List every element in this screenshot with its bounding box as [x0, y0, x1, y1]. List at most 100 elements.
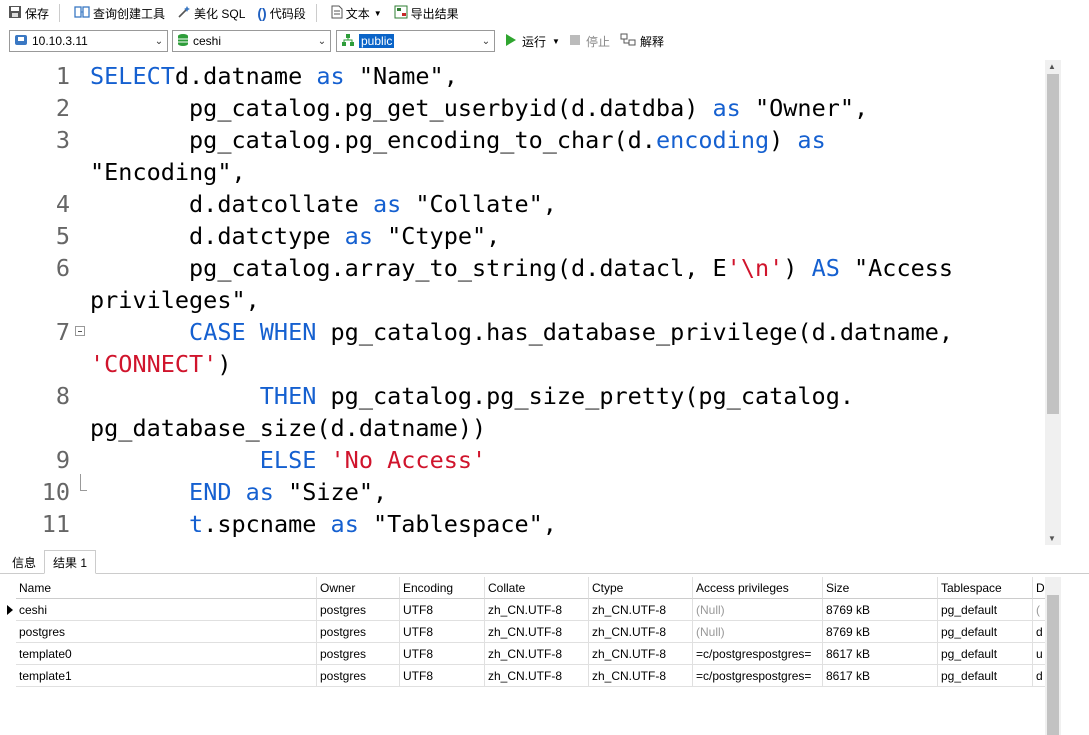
code-text: END as "Size", [90, 476, 387, 508]
code-line[interactable]: 3 pg_catalog.pg_encoding_to_char(d.encod… [0, 124, 1045, 156]
table-cell[interactable]: template1 [16, 665, 317, 687]
code-line[interactable]: 10 END as "Size", [0, 474, 1045, 508]
code-line[interactable]: 'CONNECT') [0, 348, 1045, 380]
table-cell[interactable]: zh_CN.UTF-8 [485, 621, 589, 643]
sql-editor[interactable]: 1 SELECTd.datname as "Name", 2 pg_catalog.… [0, 60, 1045, 545]
run-button[interactable]: 运行 ▼ [505, 33, 560, 50]
table-cell[interactable]: pg_default [938, 665, 1033, 687]
table-row[interactable]: template1 postgres UTF8 zh_CN.UTF-8 zh_CN.UT… [6, 665, 1046, 687]
table-cell[interactable]: postgres [16, 621, 317, 643]
grid-scroll-thumb[interactable] [1047, 595, 1059, 735]
sql-string: 'No Access' [330, 446, 487, 474]
code-line[interactable]: pg_database_size(d.datname)) [0, 412, 1045, 444]
table-cell[interactable]: ceshi [16, 599, 317, 621]
table-cell[interactable]: (Null) [693, 599, 823, 621]
table-cell[interactable]: (Null) [693, 621, 823, 643]
table-cell[interactable]: postgres [317, 599, 400, 621]
code-line[interactable]: 4 d.datcollate as "Collate", [0, 188, 1045, 220]
code-line[interactable]: privileges", [0, 284, 1045, 316]
line-number: 4 [55, 190, 70, 218]
result-tabs: 信息 结果 1 [0, 547, 1089, 574]
table-cell[interactable]: =c/postgrespostgres= [693, 643, 823, 665]
table-row[interactable]: postgres postgres UTF8 zh_CN.UTF-8 zh_CN.UTF… [6, 621, 1046, 643]
sql-token: d.datname [174, 62, 317, 90]
explain-button[interactable]: 解释 [620, 33, 664, 50]
code-line[interactable]: 6 pg_catalog.array_to_string(d.datacl, E… [0, 252, 1045, 284]
sql-string: 'CONNECT' [90, 350, 218, 378]
sql-token: "Ctype", [372, 222, 501, 250]
column-header[interactable]: Ctype [589, 577, 693, 599]
table-row[interactable]: template0 postgres UTF8 zh_CN.UTF-8 zh_CN.UT… [6, 643, 1046, 665]
chevron-down-icon: ▼ [373, 8, 382, 18]
column-header[interactable]: Encoding [400, 577, 485, 599]
table-cell[interactable]: 8617 kB [823, 643, 938, 665]
query-builder-label: 查询创建工具 [93, 6, 166, 21]
chevron-down-icon: ▼ [552, 37, 560, 46]
tab-info[interactable]: 信息 [4, 551, 44, 573]
code-line[interactable]: 11 t.spcname as "Tablespace", [0, 508, 1045, 540]
table-cell[interactable]: zh_CN.UTF-8 [485, 599, 589, 621]
column-header[interactable]: Access privileges [693, 577, 823, 599]
table-cell[interactable]: zh_CN.UTF-8 [485, 643, 589, 665]
fold-collapse-icon[interactable] [75, 326, 85, 336]
table-cell[interactable]: postgres [317, 665, 400, 687]
save-button[interactable]: 保存 [4, 2, 53, 24]
table-cell[interactable]: 8617 kB [823, 665, 938, 687]
code-line[interactable]: 5 d.datctype as "Ctype", [0, 220, 1045, 252]
column-header[interactable]: Collate [485, 577, 589, 599]
host-select[interactable]: 10.10.3.11 ⌄ [9, 30, 168, 52]
database-value: ceshi [193, 34, 222, 48]
table-cell[interactable]: zh_CN.UTF-8 [589, 665, 693, 687]
code-snippet-button[interactable]: () 代码段 [253, 2, 309, 24]
explain-label: 解释 [640, 35, 665, 49]
table-cell[interactable]: UTF8 [400, 665, 485, 687]
query-builder-button[interactable]: 查询创建工具 [70, 2, 169, 24]
scroll-down-icon[interactable]: ▼ [1048, 534, 1056, 543]
table-cell[interactable]: pg_default [938, 599, 1033, 621]
export-results-button[interactable]: 导出结果 [390, 2, 463, 24]
code-line[interactable]: 8 THEN pg_catalog.pg_size_pretty(pg_cata… [0, 380, 1045, 412]
line-number: 8 [55, 382, 70, 410]
scroll-up-icon[interactable]: ▲ [1048, 62, 1056, 71]
table-cell[interactable]: pg_default [938, 643, 1033, 665]
sql-keyword: as [372, 190, 402, 218]
table-cell[interactable]: UTF8 [400, 599, 485, 621]
code-line[interactable]: 7 CASE WHEN pg_catalog.has_database_priv… [0, 316, 1045, 348]
main-toolbar: 保存 查询创建工具 美化 SQL () 代码段 文本 ▼ 导出结果 [0, 0, 1089, 26]
editor-vertical-scrollbar[interactable]: ▲ ▼ [1045, 60, 1061, 545]
code-line[interactable]: 2 pg_catalog.pg_get_userbyid(d.datdba) a… [0, 92, 1045, 124]
table-cell[interactable]: UTF8 [400, 643, 485, 665]
table-cell[interactable]: 8769 kB [823, 621, 938, 643]
table-cell[interactable]: postgres [317, 621, 400, 643]
column-header[interactable]: Name [16, 577, 317, 599]
column-header[interactable]: Owner [317, 577, 400, 599]
table-cell[interactable]: zh_CN.UTF-8 [589, 621, 693, 643]
column-header[interactable]: Tablespace [938, 577, 1033, 599]
text-dropdown-button[interactable]: 文本 ▼ [327, 2, 386, 24]
table-cell[interactable]: pg_default [938, 621, 1033, 643]
table-cell[interactable]: =c/postgrespostgres= [693, 665, 823, 687]
schema-select[interactable]: public ⌄ [336, 30, 495, 52]
grid-vertical-scrollbar[interactable] [1045, 577, 1061, 735]
editor-scroll-thumb[interactable] [1047, 74, 1059, 414]
column-header[interactable]: Size [823, 577, 938, 599]
table-row[interactable]: ceshi postgres UTF8 zh_CN.UTF-8 zh_CN.UTF-8(… [6, 599, 1046, 621]
table-cell[interactable]: postgres [317, 643, 400, 665]
database-icon [177, 33, 189, 50]
table-cell[interactable]: zh_CN.UTF-8 [485, 665, 589, 687]
beautify-sql-button[interactable]: 美化 SQL [173, 2, 249, 24]
table-cell[interactable]: 8769 kB [823, 599, 938, 621]
sql-keyword: SELECT [90, 62, 175, 90]
stop-button[interactable]: 停止 [569, 33, 610, 50]
table-cell[interactable]: zh_CN.UTF-8 [589, 643, 693, 665]
database-select[interactable]: ceshi ⌄ [172, 30, 331, 52]
tab-result-1[interactable]: 结果 1 [44, 550, 97, 574]
code-line[interactable]: 1 SELECTd.datname as "Name", [0, 60, 1045, 92]
export-icon [394, 5, 408, 22]
table-cell[interactable]: UTF8 [400, 621, 485, 643]
stop-label: 停止 [586, 35, 611, 49]
table-cell[interactable]: template0 [16, 643, 317, 665]
code-line[interactable]: "Encoding", [0, 156, 1045, 188]
table-cell[interactable]: zh_CN.UTF-8 [589, 599, 693, 621]
code-line[interactable]: 9 ELSE 'No Access' [0, 444, 1045, 476]
